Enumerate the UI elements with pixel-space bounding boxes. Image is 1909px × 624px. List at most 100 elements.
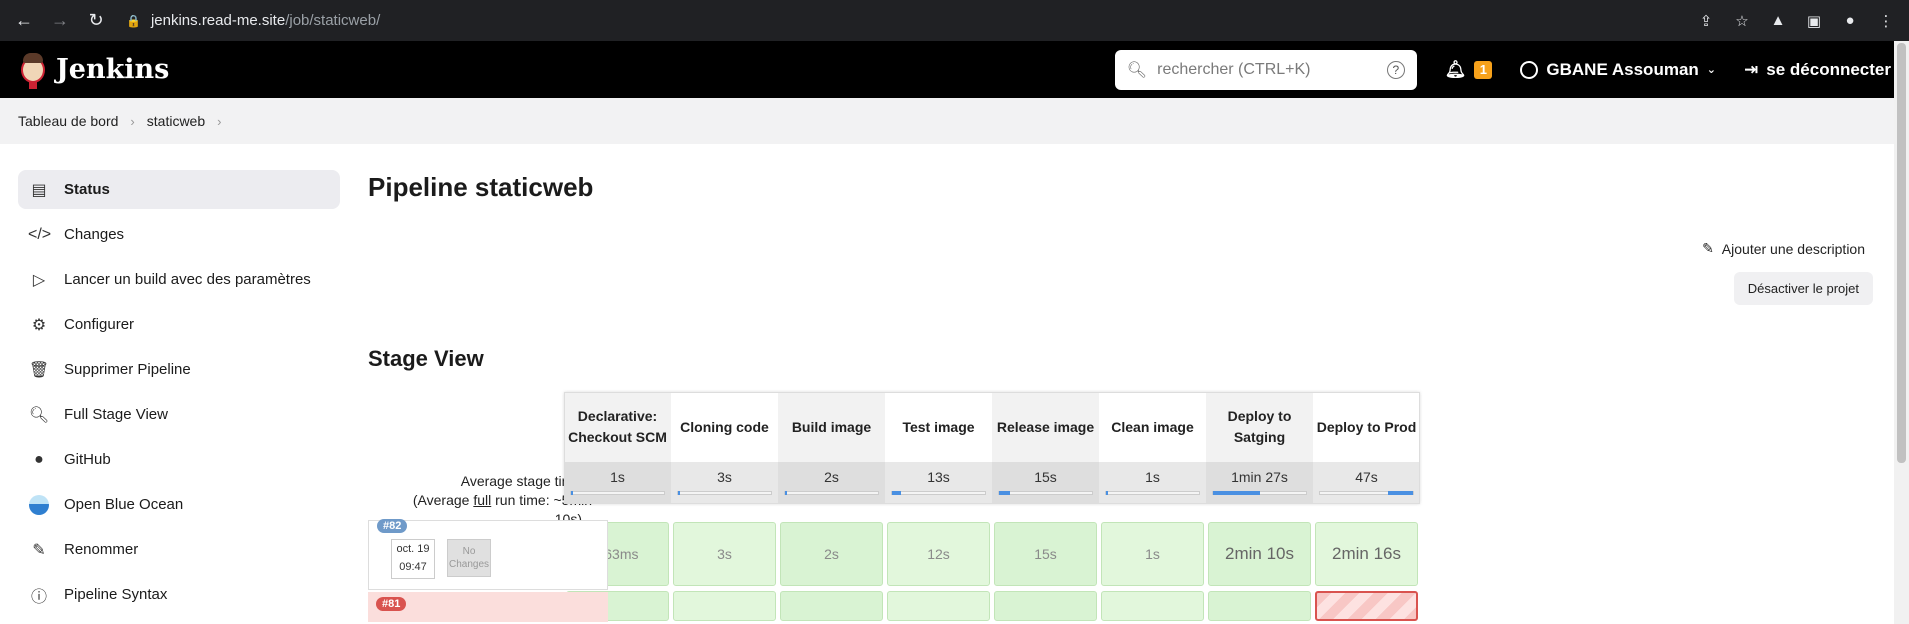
star-icon[interactable]: ☆	[1727, 6, 1757, 36]
build-row-label-failed[interactable]: #81	[368, 592, 608, 622]
logout-button[interactable]: ⇥ se déconnecter	[1744, 60, 1891, 80]
stage-average-bar-fill	[678, 491, 680, 495]
stage-cell[interactable]	[994, 591, 1097, 621]
chevron-right-icon[interactable]: ›	[217, 114, 221, 129]
breadcrumb: Tableau de bord › staticweb ›	[0, 98, 1909, 144]
build-date: oct. 19 09:47	[391, 539, 435, 579]
stage-cell[interactable]	[1208, 591, 1311, 621]
full-run-link[interactable]: full	[473, 492, 491, 508]
sidebar-item-github[interactable]: ● GitHub	[18, 440, 340, 479]
sidebar-item-changes[interactable]: </> Changes	[18, 215, 340, 254]
forward-icon[interactable]: →	[44, 5, 76, 37]
trash-icon: 🗑︎	[28, 361, 50, 379]
help-icon: ⓘ	[30, 588, 47, 606]
sidebar-item-status[interactable]: ▤ Status	[18, 170, 340, 209]
stage-average-time: 47s	[1313, 462, 1420, 504]
stage-name-line-2: Checkout SCM	[568, 429, 667, 445]
stage-average-value: 1s	[1145, 469, 1160, 485]
search-box[interactable]: 🔍︎ rechercher (CTRL+K) ?	[1114, 49, 1417, 90]
sidebar-item-label: Status	[64, 181, 110, 198]
stage-average-bar	[1105, 491, 1200, 495]
stage-average-time: 2s	[778, 462, 885, 504]
search-icon: 🔍︎	[1126, 61, 1148, 79]
stage-header: Build image	[778, 392, 885, 462]
stage-cell[interactable]	[780, 591, 883, 621]
stage-average-value: 15s	[1034, 469, 1057, 485]
stage-average-value: 1min 27s	[1231, 469, 1288, 485]
build-row-label[interactable]: #82 oct. 19 09:47 No Changes	[368, 519, 608, 590]
stage-name: Cloning code	[680, 418, 769, 435]
breadcrumb-staticweb[interactable]: staticweb	[147, 113, 205, 129]
search-input[interactable]: rechercher (CTRL+K)	[1157, 61, 1377, 79]
stage-name: Deploy to Prod	[1316, 418, 1417, 435]
stage-cell-failed[interactable]	[1315, 591, 1418, 621]
stage-average-bar-fill	[999, 491, 1011, 495]
sidebar-item-label: Changes	[64, 226, 125, 243]
stage-cell[interactable]	[1101, 591, 1204, 621]
stage-average-bar	[891, 491, 986, 495]
profile-icon[interactable]: ●	[1835, 6, 1865, 36]
stage-average-bar	[570, 491, 665, 495]
scrollbar[interactable]	[1894, 41, 1909, 624]
help-icon[interactable]: ?	[1386, 60, 1405, 79]
url-path: /job/staticweb/	[285, 12, 381, 29]
jenkins-header: Jenkins 🔍︎ rechercher (CTRL+K) ? 🔔︎ 1 GB…	[0, 41, 1909, 98]
scrollbar-thumb[interactable]	[1897, 43, 1906, 463]
disable-project-button[interactable]: Désactiver le projet	[1733, 272, 1873, 305]
sidebar-item-configure[interactable]: ⚙ Configurer	[18, 305, 340, 344]
user-icon	[1520, 60, 1539, 79]
code-icon: </>	[28, 225, 52, 243]
stage-name: Release image	[996, 418, 1095, 435]
no-changes-box[interactable]: No Changes	[447, 539, 491, 577]
stage-cell[interactable]: 3s	[673, 522, 776, 586]
stage-average-value: 47s	[1355, 469, 1378, 485]
sidepanel-icon[interactable]: ▣	[1799, 6, 1829, 36]
address-bar[interactable]: 🔒 jenkins.read-me.site/job/staticweb/	[112, 5, 1691, 37]
stage-average-bar-fill	[1387, 491, 1413, 495]
build-number-badge[interactable]: #82	[377, 519, 408, 533]
reload-icon[interactable]: ↻	[80, 5, 112, 37]
stage-cell[interactable]: 12s	[887, 522, 990, 586]
breadcrumb-dashboard[interactable]: Tableau de bord	[18, 113, 118, 129]
stage-average-bar-fill	[785, 491, 787, 495]
chevron-right-icon: ›	[130, 113, 135, 129]
sidebar-item-blue-ocean[interactable]: Open Blue Ocean	[18, 485, 340, 524]
stage-cell[interactable]	[673, 591, 776, 621]
build-date-day: oct. 19	[396, 543, 430, 555]
notifications-button[interactable]: 🔔︎ 1	[1445, 60, 1493, 80]
stage-average-bar	[784, 491, 879, 495]
stage-average-value: 1s	[610, 469, 625, 485]
sidebar-item-delete[interactable]: 🗑︎ Supprimer Pipeline	[18, 350, 340, 389]
extension-icon[interactable]: ▲	[1763, 6, 1793, 36]
sidebar-item-pipeline-syntax[interactable]: ⓘ Pipeline Syntax	[18, 575, 340, 614]
page-title: Pipeline staticweb	[368, 172, 594, 202]
build-number-badge[interactable]: #81	[376, 597, 407, 611]
stage-name: Build image	[791, 418, 872, 435]
sidebar-item-full-stage-view[interactable]: 🔍︎ Full Stage View	[18, 395, 340, 434]
jenkins-logo[interactable]: Jenkins	[18, 51, 169, 89]
user-name: GBANE Assouman	[1546, 59, 1699, 79]
stage-cell[interactable]	[887, 591, 990, 621]
stage-average-bar-fill	[571, 491, 573, 495]
sidebar-item-label: Configurer	[64, 316, 135, 333]
back-icon[interactable]: ←	[8, 5, 40, 37]
stage-header: Deploy to Satging	[1206, 392, 1313, 462]
stage-average-value: 3s	[717, 469, 732, 485]
stage-header: Release image	[992, 392, 1099, 462]
user-menu[interactable]: GBANE Assouman ⌄	[1520, 60, 1716, 80]
search-icon: 🔍︎	[28, 406, 50, 424]
sidebar-item-rename[interactable]: ✎ Renommer	[18, 530, 340, 569]
stage-average-time: 1s	[564, 462, 671, 504]
share-icon[interactable]: ⇪	[1691, 6, 1721, 36]
menu-icon[interactable]: ⋮	[1871, 6, 1901, 36]
stage-average-bar-fill	[1213, 491, 1260, 495]
stage-name: Declarative:	[577, 408, 658, 424]
stage-cell[interactable]: 2min 10s	[1208, 522, 1311, 586]
add-description-link[interactable]: ✎ Ajouter une description	[1702, 240, 1865, 257]
stage-cell[interactable]: 2s	[780, 522, 883, 586]
stage-cell[interactable]: 1s	[1101, 522, 1204, 586]
main-content: Pipeline staticweb ✎ Ajouter une descrip…	[340, 144, 1909, 622]
stage-cell[interactable]: 2min 16s	[1315, 522, 1418, 586]
sidebar-item-build-with-params[interactable]: ▷ Lancer un build avec des paramètres	[18, 260, 340, 299]
stage-cell[interactable]: 15s	[994, 522, 1097, 586]
